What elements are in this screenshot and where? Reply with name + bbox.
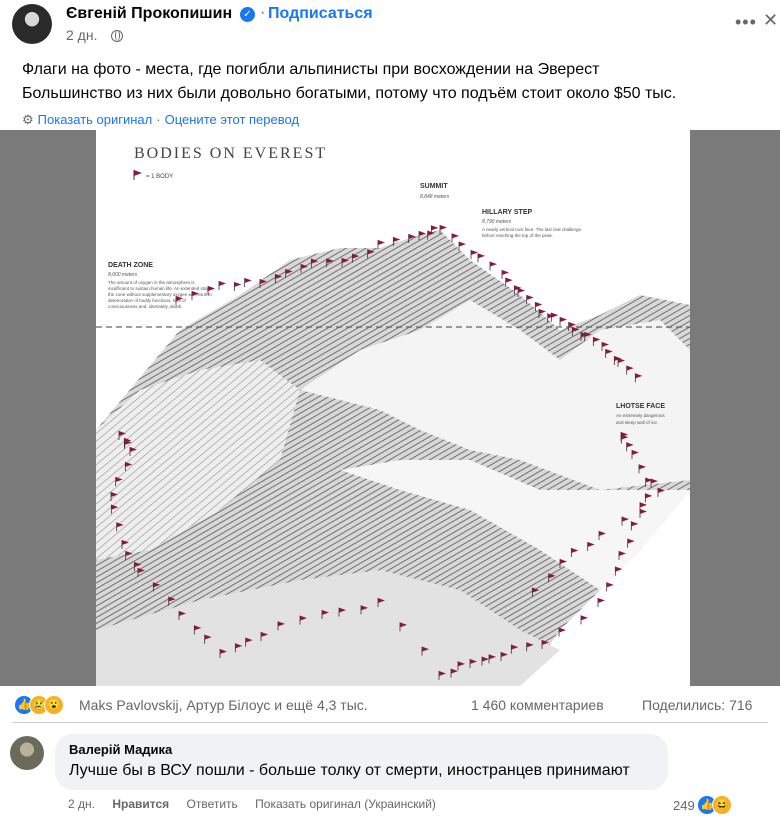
commenter-name[interactable]: Валерій Мадика xyxy=(69,742,172,757)
show-original-link[interactable]: Показать оригинал xyxy=(38,112,153,127)
divider xyxy=(12,722,768,723)
close-icon[interactable]: ✕ xyxy=(763,10,778,31)
comment-bubble: Валерій Мадика Лучше бы в ВСУ пошли - бо… xyxy=(55,734,668,790)
hillary-label: HILLARY STEP xyxy=(482,209,533,216)
post-time[interactable]: 2 дн. xyxy=(66,27,97,43)
everest-illustration: BODIES ON EVEREST = 1 BODY SUMMIT 8,848 … xyxy=(96,130,690,686)
more-options-icon[interactable]: ••• xyxy=(735,12,757,33)
hillary-desc-2: before reaching the top of the peak. xyxy=(482,233,553,238)
globe-icon xyxy=(111,30,123,42)
reactions-bar: 👍 😢 😮 Maks Pavlovskij, Артур Білоус и ещ… xyxy=(0,690,780,720)
death-zone-label: DEATH ZONE xyxy=(108,262,153,269)
hillary-desc-1: A nearly vertical rock face. The last re… xyxy=(482,227,581,232)
lhotse-label: LHOTSE FACE xyxy=(616,403,665,410)
separator-dot: · xyxy=(156,112,161,127)
shares-count[interactable]: Поделились: 716 xyxy=(642,697,752,713)
translation-bar: ⚙ Показать оригинал · Оцените этот перевод xyxy=(22,112,299,128)
post-text: Флаги на фото - места, где погибли альпи… xyxy=(22,58,762,106)
post-image[interactable]: BODIES ON EVEREST = 1 BODY SUMMIT 8,848 … xyxy=(0,130,780,686)
lhotse-desc-1: An extremely dangerous xyxy=(616,413,666,418)
svg-text:The amount of oxygen in the at: The amount of oxygen in the atmosphere i… xyxy=(108,280,195,285)
post-header: Євгеній Прокопишин ✓ · Подписаться 2 дн.… xyxy=(0,0,780,50)
image-title: BODIES ON EVEREST xyxy=(134,145,327,162)
commenter-avatar[interactable] xyxy=(10,736,44,770)
author-name[interactable]: Євгеній Прокопишин xyxy=(66,5,232,23)
comment-reaction-count: 249 xyxy=(673,798,695,813)
post-text-line-1: Флаги на фото - места, где погибли альпи… xyxy=(22,61,600,78)
haha-reaction-icon: 😆 xyxy=(712,795,732,815)
reply-button[interactable]: Ответить xyxy=(187,797,238,811)
comment-reaction-icons[interactable]: 👍 😆 xyxy=(697,795,737,815)
summit-label: SUMMIT xyxy=(420,183,448,190)
like-button[interactable]: Нравится xyxy=(112,797,169,811)
translate-gear-icon: ⚙ xyxy=(22,112,34,127)
comment-time[interactable]: 2 дн. xyxy=(68,797,95,811)
separator-dot: · xyxy=(260,4,266,21)
svg-text:deterioration of bodily functi: deterioration of bodily functions, loss … xyxy=(108,298,187,303)
svg-text:consciousness and, ultimately,: consciousness and, ultimately, death. xyxy=(108,304,182,309)
post-text-line-2: Большинство из них были довольно богатым… xyxy=(22,85,677,102)
rate-translation-link[interactable]: Оцените этот перевод xyxy=(165,112,299,127)
svg-text:= 1 BODY: = 1 BODY xyxy=(146,174,173,180)
summit-height: 8,848 meters xyxy=(420,194,450,200)
reactors-text[interactable]: Maks Pavlovskij, Артур Білоус и ещё 4,3 … xyxy=(79,697,368,713)
wow-reaction-icon: 😮 xyxy=(44,695,64,715)
author-avatar[interactable] xyxy=(12,4,52,44)
comment-show-original-link[interactable]: Показать оригинал (Украинский) xyxy=(255,797,436,811)
lhotse-desc-2: and steep wall of ice. xyxy=(616,420,658,425)
comment-text: Лучше бы в ВСУ пошли - больше толку от с… xyxy=(69,762,630,779)
comments-count[interactable]: 1 460 комментариев xyxy=(471,697,604,713)
verified-badge-icon: ✓ xyxy=(240,7,255,22)
death-zone-height: 8,000 meters xyxy=(108,272,138,278)
subscribe-button[interactable]: Подписаться xyxy=(268,5,373,23)
comment-actions: 2 дн. Нравится Ответить Показать оригина… xyxy=(68,797,450,811)
hillary-height: 8,790 meters xyxy=(482,219,512,225)
svg-text:insufficient to sustain human: insufficient to sustain human life. An e… xyxy=(108,286,214,291)
